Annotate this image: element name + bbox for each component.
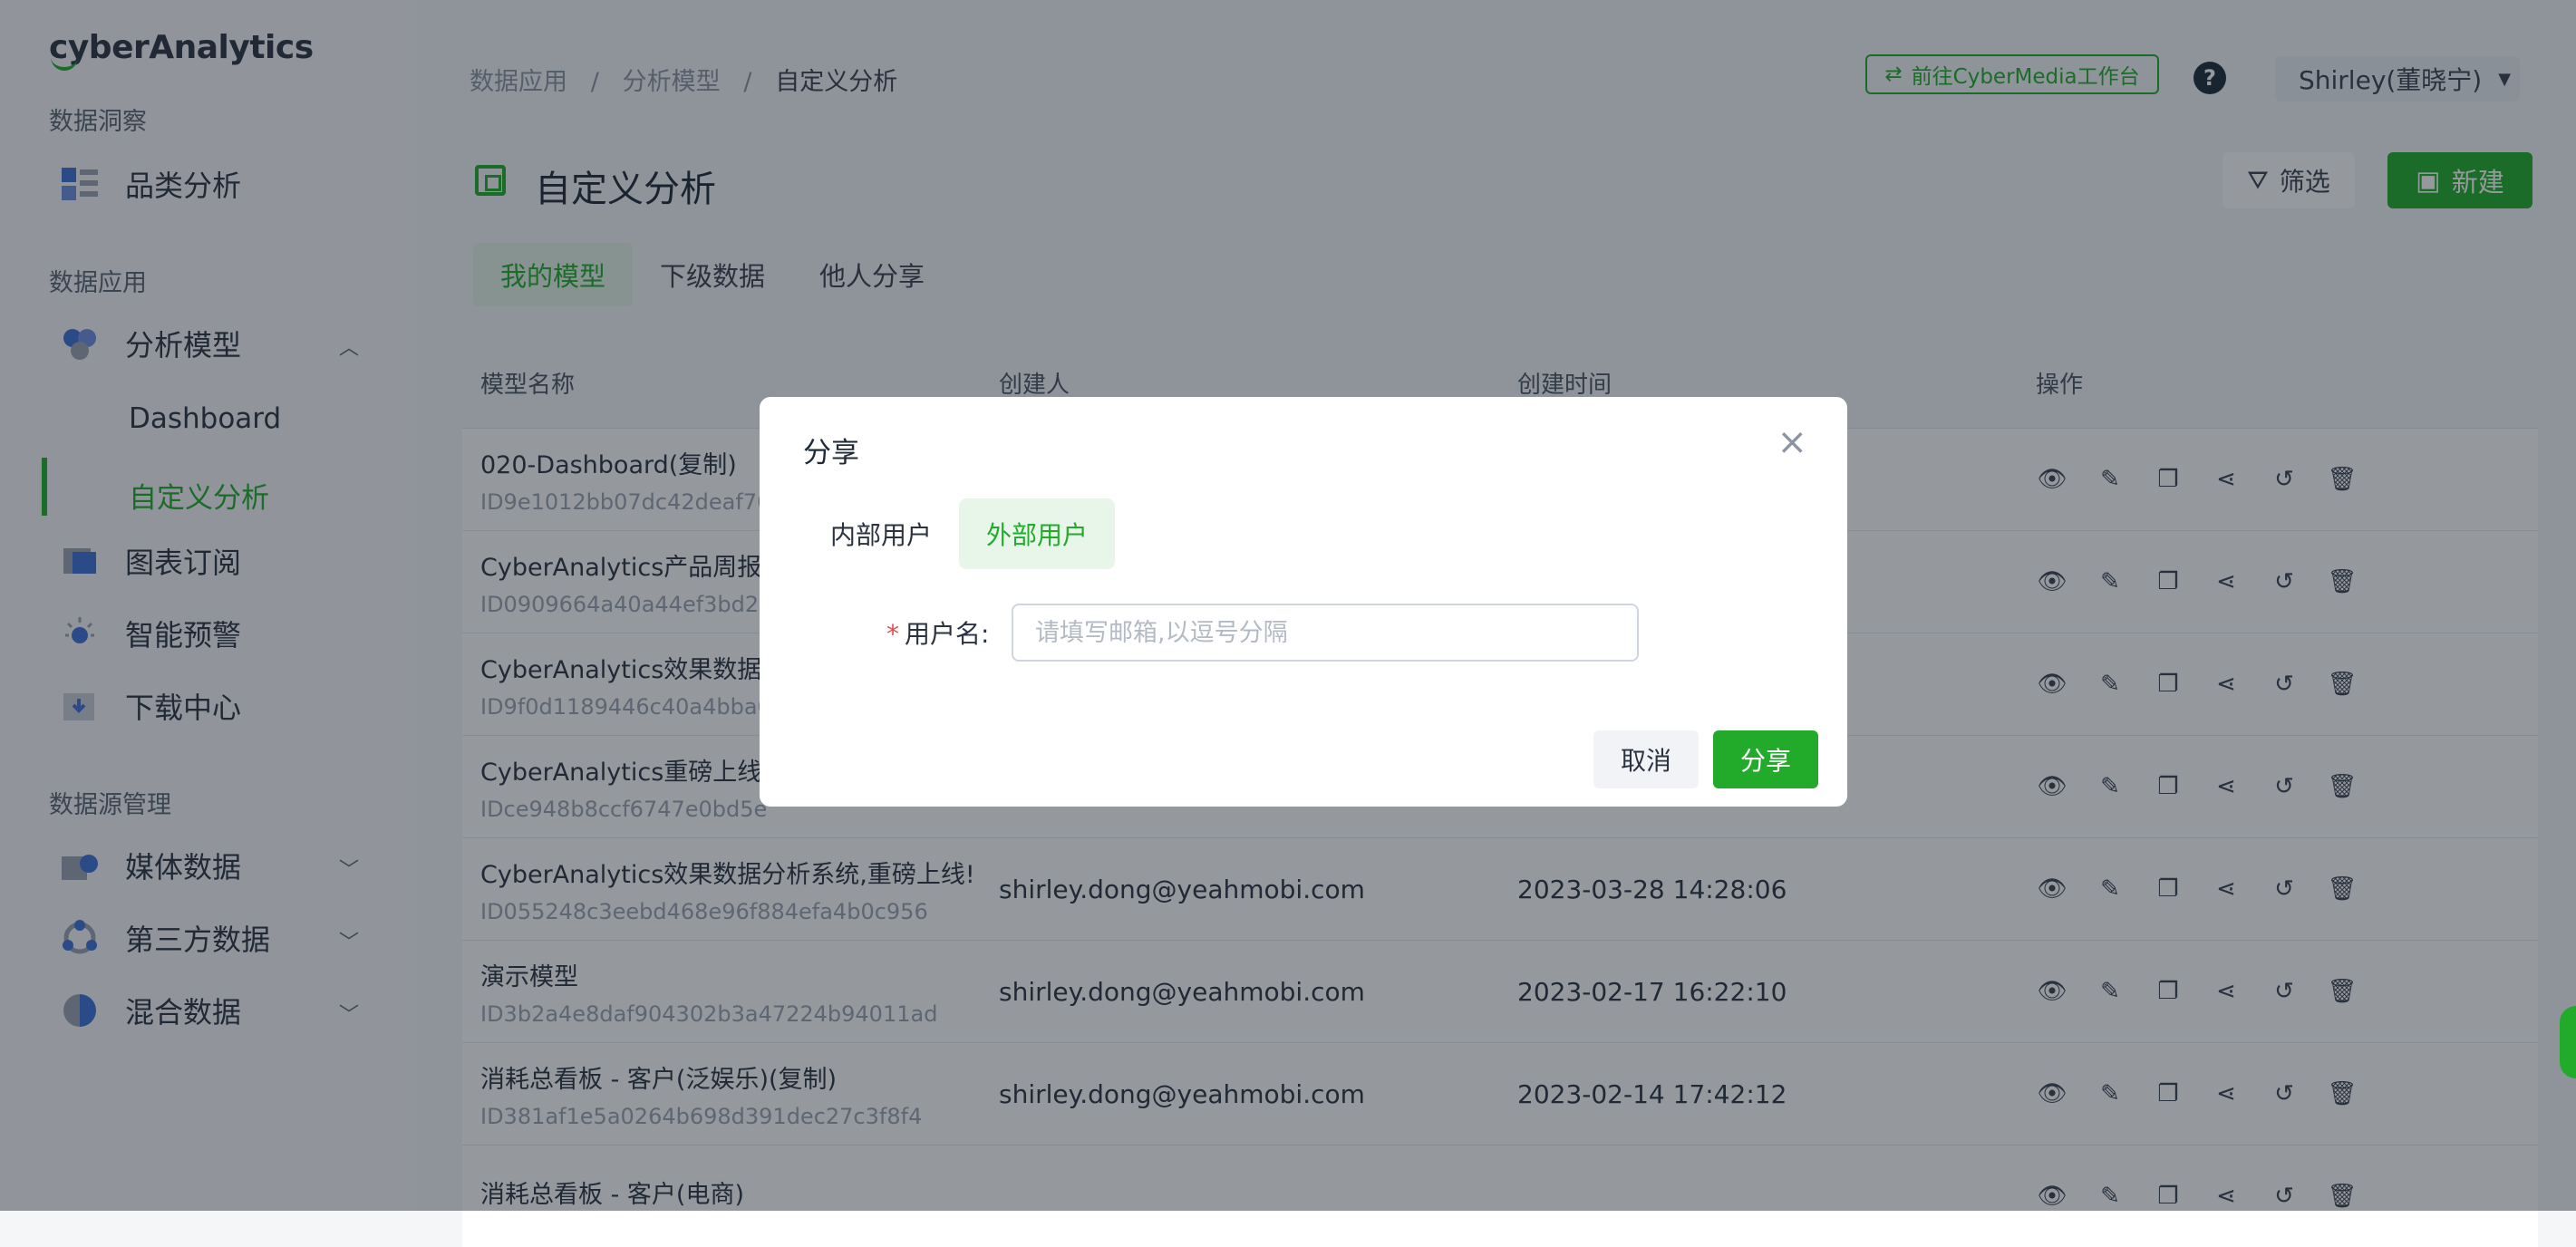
share-button[interactable]: 分享 [1713,730,1818,788]
dialog-title: 分享 [803,437,859,469]
floating-assistant-button[interactable] [2560,1006,2576,1078]
username-input[interactable] [1012,604,1639,662]
close-icon[interactable]: × [1777,424,1807,460]
share-dialog: 分享 × 内部用户 外部用户 *用户名: 取消 分享 [760,397,1847,807]
tab-external-users[interactable]: 外部用户 [959,498,1116,569]
tab-internal-users[interactable]: 内部用户 [803,498,959,569]
username-label: * 用户名: [886,619,990,649]
cancel-button[interactable]: 取消 [1593,730,1699,788]
share-tabs: 内部用户 外部用户 [803,498,1116,569]
required-mark: * [886,619,899,649]
